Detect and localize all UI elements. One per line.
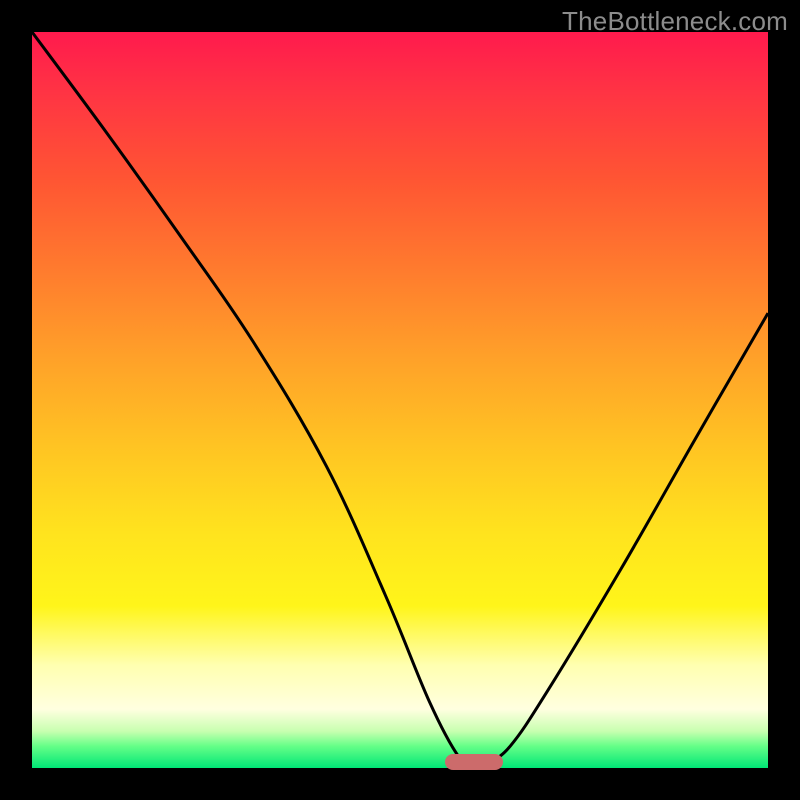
watermark-text: TheBottleneck.com [562, 6, 788, 37]
bottleneck-curve [32, 32, 768, 768]
curve-path [32, 32, 768, 765]
gradient-plot-area [32, 32, 768, 768]
optimal-marker [445, 754, 503, 770]
chart-frame: TheBottleneck.com [0, 0, 800, 800]
